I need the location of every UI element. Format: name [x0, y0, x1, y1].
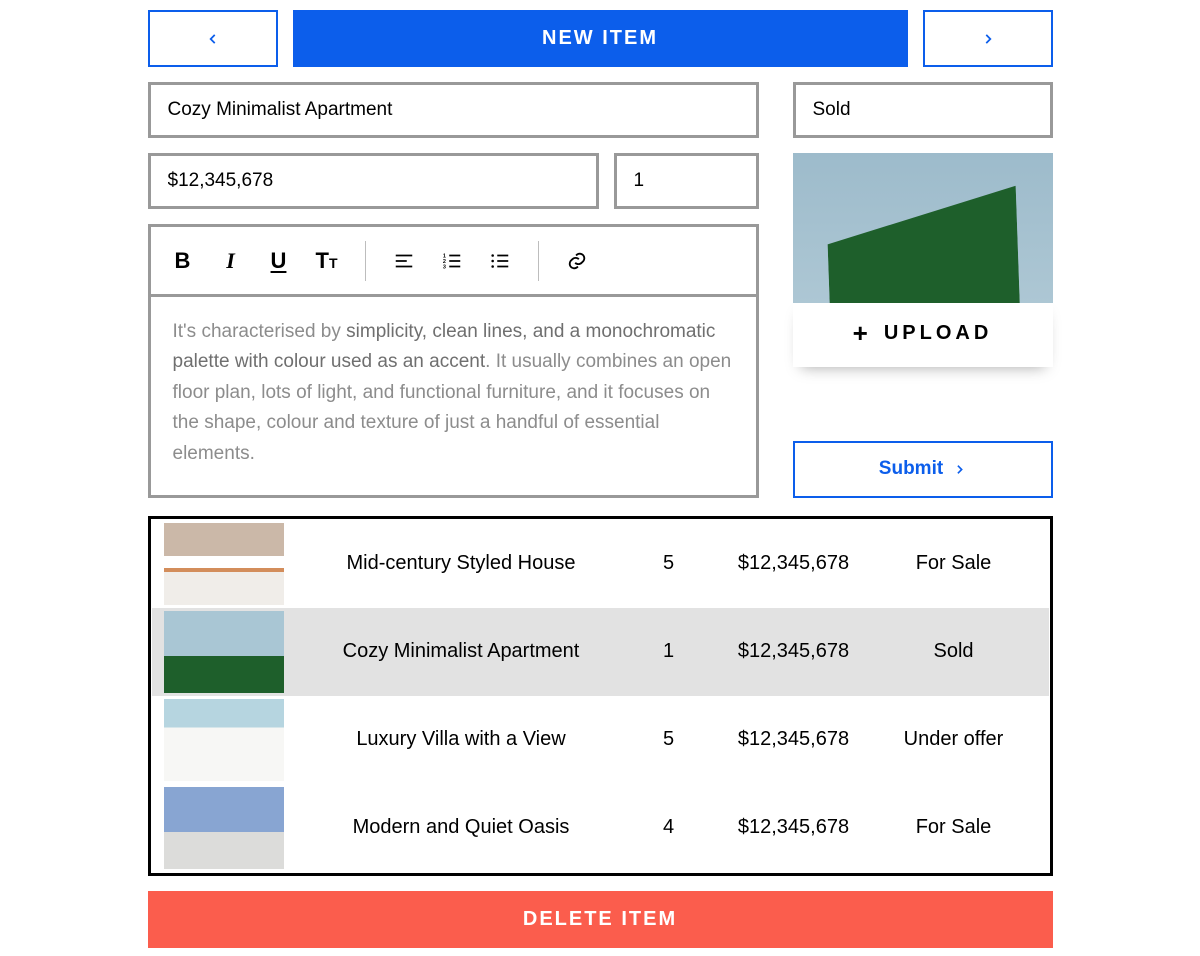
item-image: [793, 153, 1053, 303]
align-button[interactable]: [380, 239, 428, 283]
separator: [365, 241, 366, 281]
status-input[interactable]: [793, 82, 1053, 138]
next-button[interactable]: [923, 10, 1053, 67]
underline-button[interactable]: U: [255, 239, 303, 283]
table-row[interactable]: Cozy Minimalist Apartment 1 $12,345,678 Sol…: [152, 608, 1049, 696]
link-button[interactable]: [553, 239, 601, 283]
new-item-button[interactable]: NEW ITEM: [293, 10, 908, 67]
row-qty: 5: [639, 552, 699, 575]
upload-button[interactable]: + UPLOAD: [793, 299, 1053, 367]
submit-label: Submit: [879, 458, 943, 480]
italic-button[interactable]: I: [207, 239, 255, 283]
row-price: $12,345,678: [719, 816, 869, 839]
link-icon: [566, 250, 588, 272]
row-name: Mid-century Styled House: [304, 552, 619, 575]
price-input[interactable]: [148, 153, 599, 209]
thumbnail: [164, 787, 284, 869]
thumbnail: [164, 523, 284, 605]
row-name: Luxury Villa with a View: [304, 728, 619, 751]
listing-table: Mid-century Styled House 5 $12,345,678 For …: [148, 516, 1053, 876]
thumbnail: [164, 611, 284, 693]
row-name: Modern and Quiet Oasis: [304, 816, 619, 839]
new-item-label: NEW ITEM: [542, 27, 658, 50]
row-qty: 5: [639, 728, 699, 751]
upload-label: UPLOAD: [884, 322, 992, 345]
chevron-left-icon: [206, 32, 220, 46]
separator: [538, 241, 539, 281]
rich-editor: B I U TT 123: [148, 224, 759, 498]
row-status: Under offer: [889, 728, 1019, 751]
bullet-list-icon: [489, 250, 511, 272]
submit-button[interactable]: Submit: [793, 441, 1053, 498]
row-status: For Sale: [889, 552, 1019, 575]
table-row[interactable]: Modern and Quiet Oasis 4 $12,345,678 For Sa…: [152, 784, 1049, 872]
quantity-input[interactable]: [614, 153, 759, 209]
row-name: Cozy Minimalist Apartment: [304, 640, 619, 663]
chevron-right-icon: [953, 463, 966, 476]
bullet-list-button[interactable]: [476, 239, 524, 283]
bold-button[interactable]: B: [159, 239, 207, 283]
thumbnail: [164, 699, 284, 781]
prev-button[interactable]: [148, 10, 278, 67]
table-row[interactable]: Mid-century Styled House 5 $12,345,678 For …: [152, 520, 1049, 608]
chevron-right-icon: [981, 32, 995, 46]
row-qty: 4: [639, 816, 699, 839]
text-size-button[interactable]: TT: [303, 239, 351, 283]
align-icon: [393, 250, 415, 272]
svg-text:3: 3: [442, 264, 445, 270]
row-price: $12,345,678: [719, 728, 869, 751]
delete-label: DELETE ITEM: [523, 908, 677, 931]
plus-icon: +: [853, 320, 872, 346]
delete-item-button[interactable]: DELETE ITEM: [148, 891, 1053, 948]
row-status: For Sale: [889, 816, 1019, 839]
row-price: $12,345,678: [719, 640, 869, 663]
ordered-list-button[interactable]: 123: [428, 239, 476, 283]
row-status: Sold: [889, 640, 1019, 663]
row-price: $12,345,678: [719, 552, 869, 575]
table-row[interactable]: Luxury Villa with a View 5 $12,345,678 Unde…: [152, 696, 1049, 784]
editor-toolbar: B I U TT 123: [151, 227, 756, 297]
row-qty: 1: [639, 640, 699, 663]
description-prefix: It's characterised by: [173, 321, 347, 342]
title-input[interactable]: [148, 82, 759, 138]
description-textarea[interactable]: It's characterised by simplicity, clean …: [151, 297, 756, 495]
ordered-list-icon: 123: [441, 250, 463, 272]
